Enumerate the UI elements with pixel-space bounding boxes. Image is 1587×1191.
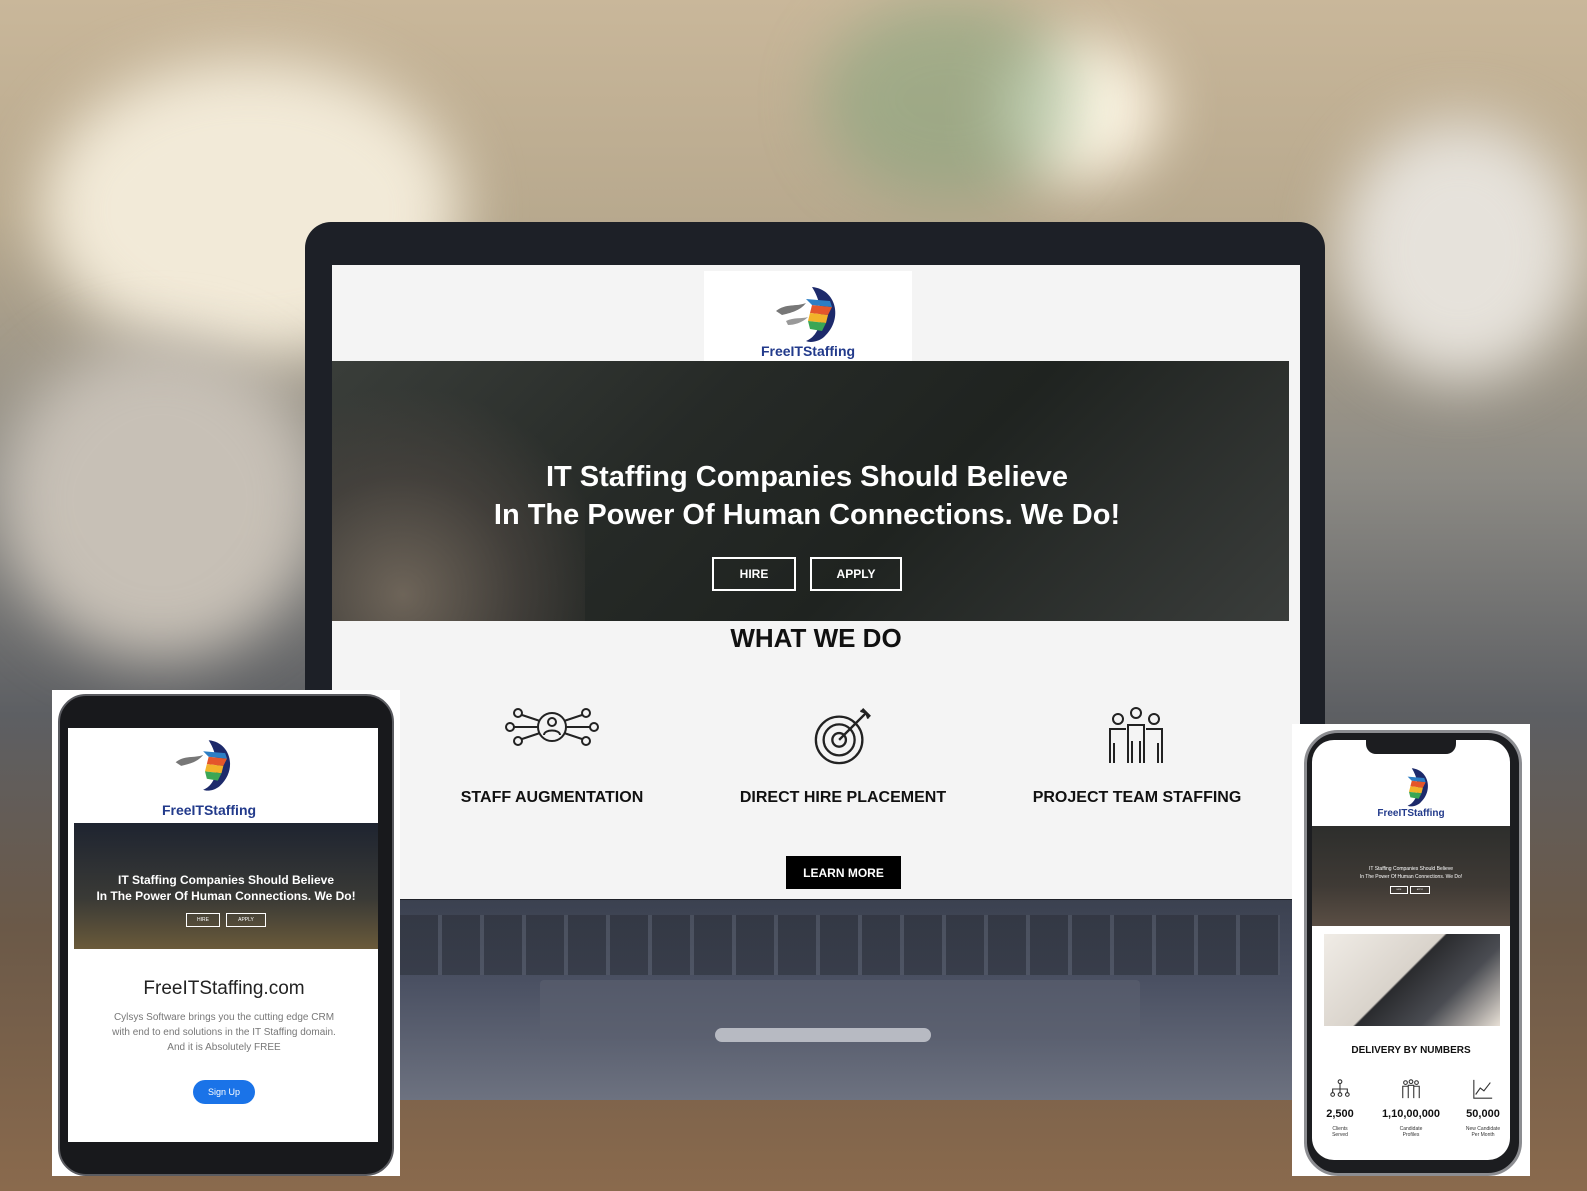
- people-icon: [1402, 1079, 1420, 1099]
- hero-title-line2: In The Power Of Human Connections. We Do…: [96, 889, 356, 903]
- logo-moon-icon: [776, 287, 836, 342]
- tablet-hero: IT Staffing Companies Should Believe In …: [74, 823, 378, 949]
- apply-button[interactable]: APPLY: [226, 913, 266, 927]
- bokeh-light: [0, 340, 320, 660]
- line-chart-icon: [1473, 1079, 1493, 1099]
- learn-more-button[interactable]: LEARN MORE: [786, 856, 901, 889]
- stat-caption-new-candidates-2: Per Month: [1471, 1132, 1495, 1138]
- laptop-photo: [1324, 934, 1500, 1026]
- service-staff-augmentation[interactable]: STAFF AUGMENTATION: [450, 789, 654, 807]
- hero-title-line2: In The Power Of Human Connections. We Do…: [1359, 874, 1463, 880]
- stat-value-profiles: 1,10,00,000: [1381, 1108, 1441, 1120]
- site-title: FreeITStaffing.com: [143, 978, 305, 999]
- site-logo[interactable]: FreeITStaffing: [704, 271, 912, 361]
- apply-button[interactable]: APPLY: [810, 557, 902, 591]
- apply-button[interactable]: APPLY: [1410, 886, 1430, 894]
- bokeh-light: [820, 0, 1080, 200]
- logo-text: FreeITStaffing: [161, 802, 257, 818]
- hero-title-line1: IT Staffing Companies Should Believe: [1368, 866, 1454, 872]
- stat-value-clients: 2,500: [1326, 1108, 1354, 1120]
- network-person-icon: [505, 708, 599, 746]
- logo-moon-icon: [175, 740, 231, 791]
- service-project-team-staffing[interactable]: PROJECT TEAM STAFFING: [1026, 789, 1248, 807]
- phone-hero: IT Staffing Companies Should Believe In …: [1312, 826, 1510, 926]
- laptop-hinge: [715, 1028, 931, 1042]
- hero-title-line1: IT Staffing Companies Should Believe: [117, 873, 335, 887]
- hire-button[interactable]: HIRE: [712, 557, 796, 591]
- logo-moon-icon: [1407, 768, 1428, 807]
- phone-screen: FreeITStaffing IT Staffing Companies Sho…: [1312, 740, 1510, 1160]
- laptop-keys: [400, 915, 1280, 975]
- what-we-do-title: WHAT WE DO: [730, 623, 902, 653]
- laptop-screen: FreeITStaffing IT Staffing Companies Sho…: [332, 265, 1300, 899]
- hire-button[interactable]: HIRE: [186, 913, 220, 927]
- numbers-title: DELIVERY BY NUMBERS: [1351, 1045, 1471, 1056]
- tablet-screen: FreeITStaffing IT Staffing Companies Sho…: [68, 728, 378, 1142]
- logo-text: FreeITStaffing: [760, 343, 856, 359]
- logo-text: FreeITStaffing: [1377, 808, 1445, 819]
- hero-banner: IT Staffing Companies Should Believe In …: [332, 361, 1289, 621]
- service-direct-hire-placement[interactable]: DIRECT HIRE PLACEMENT: [736, 789, 950, 807]
- description-line3: And it is Absolutely FREE: [167, 1042, 281, 1053]
- hero-title-line1: IT Staffing Companies Should Believe: [545, 461, 1069, 493]
- signup-button[interactable]: Sign Up: [193, 1080, 255, 1104]
- team-icon: [1109, 707, 1163, 763]
- stat-value-new-candidates: 50,000: [1466, 1108, 1500, 1120]
- org-chart-icon: [1330, 1079, 1350, 1097]
- bokeh-light: [1340, 120, 1580, 380]
- description-line2: with end to end solutions in the IT Staf…: [112, 1027, 336, 1038]
- hire-button[interactable]: HIRE: [1390, 886, 1408, 894]
- stat-caption-profiles-2: Profiles: [1402, 1132, 1420, 1138]
- target-arrow-icon: [814, 708, 871, 765]
- phone-notch: [1366, 740, 1456, 754]
- description-line1: Cylsys Software brings you the cutting e…: [113, 1012, 335, 1023]
- stat-caption-clients-2: Served: [1332, 1132, 1348, 1138]
- hero-title-line2: In The Power Of Human Connections. We Do…: [493, 499, 1121, 531]
